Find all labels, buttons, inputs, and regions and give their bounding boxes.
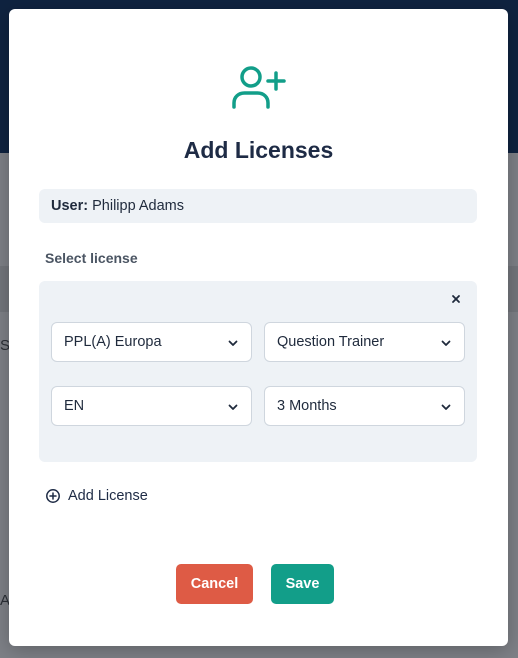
product-select[interactable]: Question Trainer (264, 322, 465, 362)
language-select[interactable]: EN (51, 386, 252, 426)
remove-license-close-icon[interactable] (449, 292, 463, 306)
user-info: User: Philipp Adams (39, 189, 477, 223)
chevron-down-icon (228, 340, 238, 346)
select-license-label: Select license (45, 250, 138, 266)
plus-circle-icon (46, 489, 60, 503)
chevron-down-icon (441, 404, 451, 410)
chevron-down-icon (441, 340, 451, 346)
save-button[interactable]: Save (271, 564, 334, 604)
add-license-button[interactable]: Add License (45, 488, 148, 504)
user-label: User: (51, 198, 89, 214)
modal-title: Add Licenses (183, 137, 334, 163)
user-name: Philipp Adams (92, 198, 184, 214)
license-row-panel: PPL(A) Europa Question Trainer EN 3 Mont… (39, 281, 477, 462)
duration-select[interactable]: 3 Months (264, 386, 465, 426)
cancel-button[interactable]: Cancel (176, 564, 253, 604)
chevron-down-icon (228, 404, 238, 410)
language-value: EN (64, 398, 85, 414)
user-plus-icon (230, 65, 286, 113)
license-type-select[interactable]: PPL(A) Europa (51, 322, 252, 362)
product-value: Question Trainer (277, 334, 385, 350)
add-license-label: Add License (68, 488, 148, 504)
license-type-value: PPL(A) Europa (64, 334, 162, 350)
add-licenses-modal: Add Licenses User: Philipp Adams Select … (9, 9, 508, 646)
duration-value: 3 Months (277, 398, 337, 414)
